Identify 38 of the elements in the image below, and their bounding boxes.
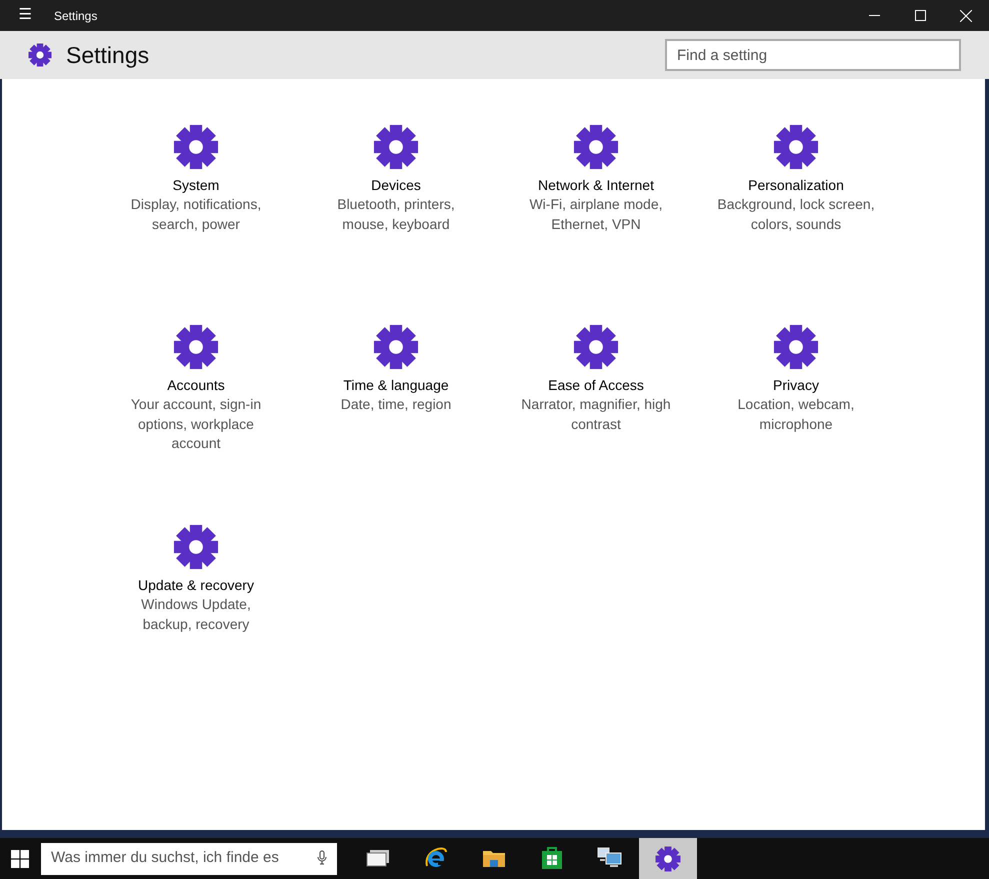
category-name[interactable]: Network & Internet (538, 176, 654, 195)
search-field[interactable]: Find a setting (665, 39, 961, 71)
gear-icon (373, 124, 419, 170)
gear-icon (173, 124, 219, 170)
close-icon (960, 10, 972, 22)
windows-logo-icon (11, 850, 29, 868)
category-name[interactable]: Devices (371, 176, 421, 195)
menu-button[interactable]: ☰ (0, 0, 50, 31)
category-description: Location, webcam, microphone (736, 395, 856, 434)
taskbar-search-field[interactable]: Was immer du suchst, ich finde es (41, 842, 337, 874)
page-title: Settings (66, 40, 150, 70)
gear-icon (373, 324, 419, 370)
gear-icon (655, 846, 681, 872)
store-icon (540, 846, 564, 871)
gear-icon (173, 324, 219, 370)
category-name[interactable]: Ease of Access (548, 376, 644, 395)
gear-icon (28, 43, 52, 67)
category-description: Display, notifications, search, power (130, 195, 262, 234)
category-description: Wi-Fi, airplane mode, Ethernet, VPN (528, 195, 664, 234)
maximize-icon (914, 10, 926, 21)
gear-icon (573, 124, 619, 170)
window-title: Settings (54, 8, 98, 24)
category-description: Background, lock screen, colors, sounds (716, 195, 876, 234)
category-description: Narrator, magnifier, high contrast (520, 395, 672, 434)
category-name[interactable]: System (172, 176, 220, 195)
category-description: Your account, sign-in options, workplace account (130, 395, 262, 453)
gear-icon (773, 124, 819, 170)
category-name[interactable]: Update & recovery (138, 576, 254, 595)
gear-icon (573, 324, 619, 370)
gear-icon (773, 324, 819, 370)
category-description: Bluetooth, printers, mouse, keyboard (336, 195, 456, 234)
category-name[interactable]: Personalization (748, 176, 844, 195)
category-name[interactable]: Privacy (773, 376, 819, 395)
category-description: Windows Update, backup, recovery (140, 595, 252, 634)
gear-icon (173, 524, 219, 570)
category-name[interactable]: Accounts (167, 376, 225, 395)
category-description: Date, time, region (340, 395, 452, 414)
category-name[interactable]: Time & language (343, 376, 449, 395)
